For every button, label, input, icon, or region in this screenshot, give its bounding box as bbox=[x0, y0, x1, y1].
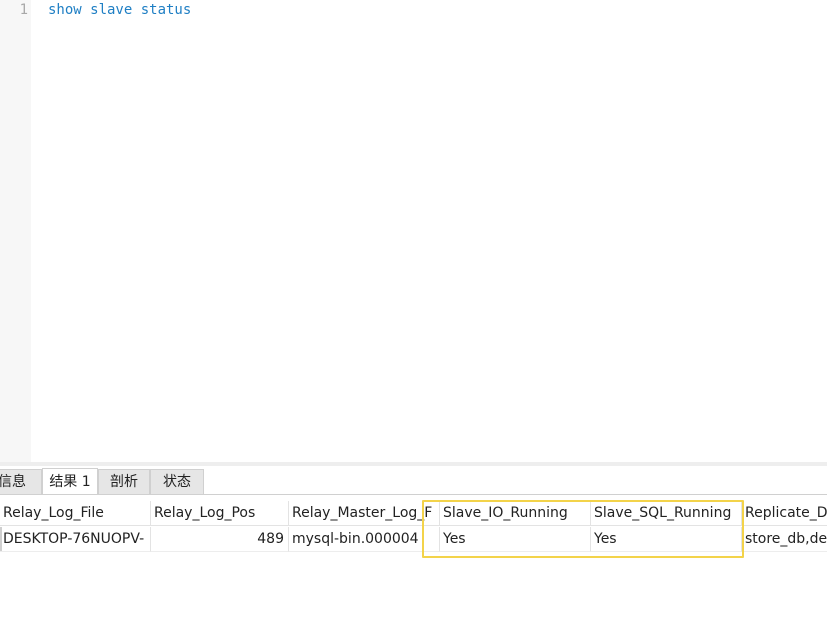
results-tab-bar: 信息 剖析 状态 结果 1 bbox=[0, 466, 827, 495]
grid-header-row: Relay_Log_File Relay_Log_Pos Relay_Maste… bbox=[0, 501, 827, 526]
cell-relay-master-log-file[interactable]: mysql-bin.000004 bbox=[289, 527, 440, 552]
tab-bar-baseline bbox=[0, 494, 827, 495]
tab-info[interactable]: 信息 bbox=[0, 469, 42, 494]
column-header-relay-master-log-file[interactable]: Relay_Master_Log_F bbox=[289, 501, 440, 526]
tab-status[interactable]: 状态 bbox=[150, 469, 204, 494]
sql-editor[interactable]: 1 show slave status bbox=[0, 0, 827, 462]
column-header-relay-log-pos[interactable]: Relay_Log_Pos bbox=[151, 501, 289, 526]
column-header-replicate-do-db[interactable]: Replicate_D bbox=[742, 501, 827, 526]
column-header-relay-log-file[interactable]: Relay_Log_File bbox=[0, 501, 151, 526]
table-row[interactable]: DESKTOP-76NUOPV- 489 mysql-bin.000004 Ye… bbox=[0, 527, 827, 552]
cell-slave-io-running[interactable]: Yes bbox=[440, 527, 591, 552]
cell-relay-log-pos[interactable]: 489 bbox=[151, 527, 289, 552]
cell-slave-sql-running[interactable]: Yes bbox=[591, 527, 742, 552]
tab-result-1[interactable]: 结果 1 bbox=[42, 468, 98, 495]
line-number-gutter: 1 bbox=[0, 0, 31, 462]
column-header-slave-io-running[interactable]: Slave_IO_Running bbox=[440, 501, 591, 526]
sql-code-line[interactable]: show slave status bbox=[48, 1, 191, 19]
column-header-slave-sql-running[interactable]: Slave_SQL_Running bbox=[591, 501, 742, 526]
line-number: 1 bbox=[19, 2, 28, 18]
cell-relay-log-file[interactable]: DESKTOP-76NUOPV- bbox=[0, 527, 151, 552]
navicat-query-window: 1 show slave status 信息 剖析 状态 结果 1 Relay_… bbox=[0, 0, 827, 619]
tab-profile[interactable]: 剖析 bbox=[98, 469, 150, 494]
cell-replicate-do-db[interactable]: store_db,de bbox=[742, 527, 827, 552]
